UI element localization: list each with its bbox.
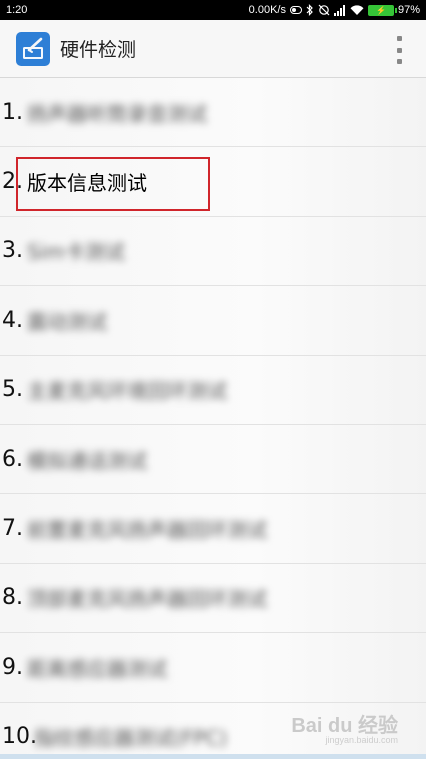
battery-icon: ⚡ (367, 4, 397, 16)
item-label: 模拟通话测试 (27, 448, 147, 473)
list-item-9[interactable]: 9. 距离感应器测试 (0, 633, 426, 703)
bottom-strip (0, 754, 426, 759)
bluetooth-icon (306, 4, 313, 16)
item-label: 前置麦克风扬声器回环测试 (27, 518, 267, 543)
item-label: 震动测试 (27, 309, 107, 334)
item-label: 扬声器听筒录音测试 (27, 101, 207, 126)
list-item-5[interactable]: 5. 主麦克风环境回环测试 (0, 355, 426, 425)
item-number: 2. (2, 169, 23, 195)
status-bar: 1:20 0.00K/s ⚡ 97% (0, 0, 426, 20)
page-title: 硬件检测 (60, 39, 137, 61)
toggle-icon (289, 6, 302, 14)
item-label: 版本信息测试 (27, 171, 147, 196)
list-item-8[interactable]: 8. 顶部麦克风扬声器回环测试 (0, 563, 426, 634)
app-logo-icon (16, 31, 50, 66)
item-label: 距离感应器测试 (27, 656, 167, 681)
item-number: 5. (2, 377, 23, 403)
status-time: 1:20 (6, 4, 28, 16)
list-item-6[interactable]: 6. 模拟通话测试 (0, 424, 426, 495)
signal-icon (333, 4, 345, 16)
item-number: 8. (2, 585, 23, 611)
item-label: Sim卡测试 (27, 240, 125, 265)
item-number: 7. (2, 516, 23, 542)
action-bar: 硬件检测 (0, 20, 426, 78)
watermark: Bai du 经验 jingyan.baidu.com (291, 709, 398, 745)
item-number: 10. (2, 724, 37, 750)
item-number: 4. (2, 307, 23, 333)
alarm-off-icon (318, 4, 330, 16)
list-item-4[interactable]: 4. 震动测试 (0, 286, 426, 356)
item-number: 9. (2, 654, 23, 680)
item-label: 顶部麦克风扬声器回环测试 (27, 587, 267, 612)
item-label: 主麦克风环境回环测试 (27, 379, 227, 404)
status-icons: 0.00K/s ⚡ 97% (249, 4, 420, 16)
battery-percent: 97% (397, 4, 420, 16)
item-number: 3. (2, 238, 23, 264)
test-list: 1. 扬声器听筒录音测试 2. 版本信息测试 3. Sim卡测试 4. 震动测试… (0, 78, 426, 759)
item-number: 6. (2, 446, 23, 472)
watermark-brand: Bai du 经验 (291, 715, 398, 737)
item-number: 1. (2, 99, 23, 125)
list-item-1[interactable]: 1. 扬声器听筒录音测试 (0, 78, 426, 148)
overflow-menu-icon[interactable] (394, 36, 404, 64)
wifi-icon (350, 4, 364, 15)
item-label: 指纹感应器测试(FPC) (34, 726, 228, 751)
list-item-2[interactable]: 2. 版本信息测试 (0, 147, 426, 217)
list-item-7[interactable]: 7. 前置麦克风扬声器回环测试 (0, 494, 426, 564)
list-item-3[interactable]: 3. Sim卡测试 (0, 216, 426, 287)
net-speed: 0.00K/s (248, 4, 286, 16)
